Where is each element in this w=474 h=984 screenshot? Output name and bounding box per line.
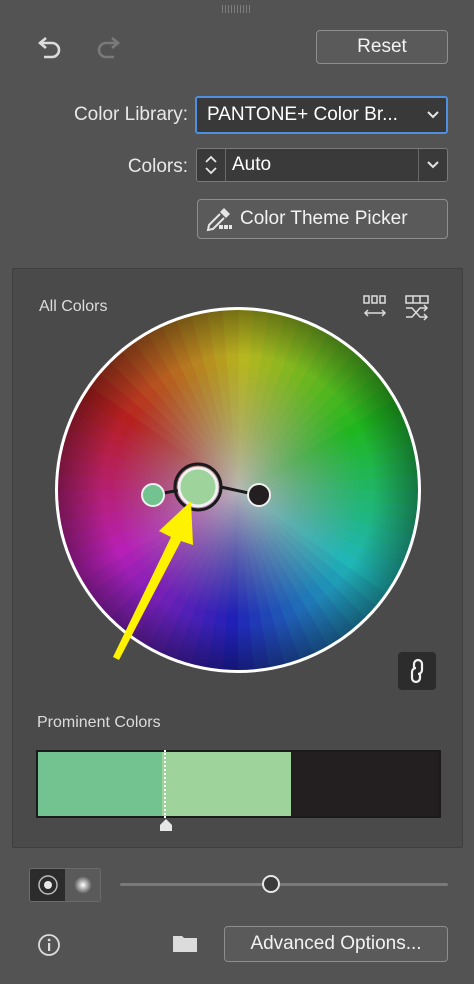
redo-icon[interactable] xyxy=(90,34,128,64)
wheel-mode-toggle[interactable] xyxy=(29,868,101,902)
color-library-label: Color Library: xyxy=(73,104,188,125)
color-theme-picker-label: Color Theme Picker xyxy=(240,208,408,229)
panel-grip[interactable] xyxy=(222,5,252,13)
advanced-options-button[interactable]: Advanced Options... xyxy=(224,926,448,962)
smooth-wheel-icon[interactable] xyxy=(30,869,65,901)
chevron-down-icon xyxy=(420,110,446,120)
color-wheel[interactable] xyxy=(53,305,423,675)
link-harmony-icon[interactable] xyxy=(398,652,436,690)
reset-button[interactable]: Reset xyxy=(316,30,448,64)
colors-value: Auto xyxy=(232,154,272,175)
undo-icon[interactable] xyxy=(30,34,68,64)
divider-handle-line xyxy=(164,750,166,818)
prominent-colors-bar[interactable] xyxy=(36,750,441,818)
folder-icon[interactable] xyxy=(170,930,200,956)
info-icon[interactable] xyxy=(36,932,62,958)
color-wheel-graphic[interactable] xyxy=(53,305,423,675)
color-theme-picker-button[interactable]: Color Theme Picker xyxy=(197,199,448,239)
color-library-select[interactable]: PANTONE+ Color Br... xyxy=(195,96,448,134)
prominent-colors-title: Prominent Colors xyxy=(37,714,161,731)
brightness-slider-thumb[interactable] xyxy=(262,875,280,893)
chevron-down-icon[interactable] xyxy=(418,149,447,181)
segmented-wheel-icon[interactable] xyxy=(65,869,100,901)
eyedropper-icon xyxy=(198,205,240,233)
stepper-icon[interactable] xyxy=(197,149,226,181)
brightness-slider-track[interactable] xyxy=(120,883,448,886)
divider-handle[interactable] xyxy=(158,818,174,837)
color-library-value: PANTONE+ Color Br... xyxy=(207,104,398,125)
colors-label: Colors: xyxy=(127,156,188,177)
prominent-color-swatch[interactable] xyxy=(162,752,291,816)
base-color-marker[interactable] xyxy=(177,466,219,508)
prominent-color-swatch[interactable] xyxy=(38,752,163,816)
colors-select[interactable]: Auto xyxy=(196,148,448,182)
color-marker[interactable] xyxy=(247,483,271,507)
prominent-color-swatch[interactable] xyxy=(290,752,439,816)
color-marker[interactable] xyxy=(141,483,165,507)
